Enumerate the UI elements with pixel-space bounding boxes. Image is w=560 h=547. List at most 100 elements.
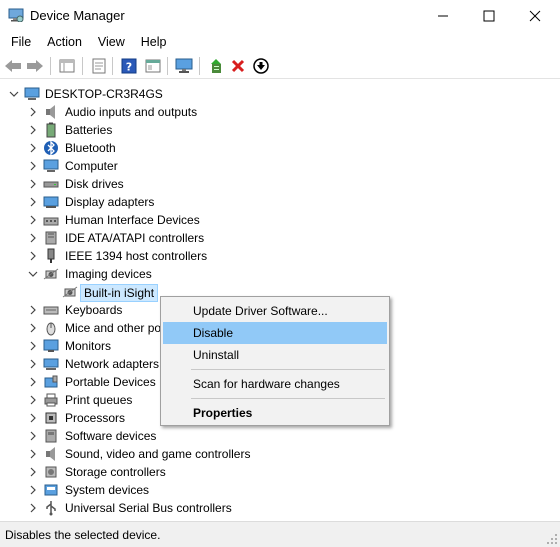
expander-right-icon[interactable] (28, 107, 38, 117)
tree-item-label: System devices (65, 483, 150, 497)
status-text: Disables the selected device. (5, 528, 161, 542)
svg-text:?: ? (126, 61, 132, 74)
tree-item[interactable]: Bluetooth (0, 139, 560, 157)
update-driver-button[interactable] (206, 56, 226, 76)
expander-right-icon[interactable] (28, 233, 38, 243)
tree-item-label: Sound, video and game controllers (65, 447, 251, 461)
tree-item[interactable]: Human Interface Devices (0, 211, 560, 229)
back-button[interactable] (3, 56, 23, 76)
tree-item[interactable]: Storage controllers (0, 463, 560, 481)
tree-item-label: Monitors (65, 339, 112, 353)
speaker-icon (43, 446, 59, 462)
device-manager-icon (8, 8, 24, 22)
expander-right-icon[interactable] (28, 503, 38, 513)
show-hide-button[interactable] (89, 56, 109, 76)
menu-file[interactable]: File (3, 31, 39, 53)
keyboard-icon (43, 302, 59, 318)
tree-item-label: Human Interface Devices (65, 213, 200, 227)
view-button[interactable] (143, 56, 163, 76)
tree-item-label: Computer (65, 159, 118, 173)
speaker-icon (43, 104, 59, 120)
tree-item[interactable]: IDE ATA/ATAPI controllers (0, 229, 560, 247)
expander-right-icon[interactable] (28, 323, 38, 333)
minimize-button[interactable] (420, 0, 466, 31)
properties-icon (59, 59, 75, 73)
tree-item[interactable]: System devices (0, 481, 560, 499)
forward-icon (27, 60, 43, 72)
expander-right-icon[interactable] (28, 359, 38, 369)
menu-uninstall[interactable]: Uninstall (163, 344, 387, 366)
disable-button[interactable] (251, 56, 271, 76)
uninstall-icon (231, 59, 245, 73)
help-icon: ? (121, 58, 137, 74)
tree-item[interactable]: Batteries (0, 121, 560, 139)
close-button[interactable] (512, 0, 558, 31)
expander-right-icon[interactable] (28, 197, 38, 207)
expander-right-icon[interactable] (28, 305, 38, 315)
disk-icon (43, 176, 59, 192)
menu-properties[interactable]: Properties (163, 402, 387, 424)
ide-icon (43, 230, 59, 246)
tree-item[interactable]: Sound, video and game controllers (0, 445, 560, 463)
expander-right-icon[interactable] (28, 431, 38, 441)
tree-item-label: Keyboards (65, 303, 123, 317)
tree-item[interactable]: Computer (0, 157, 560, 175)
tree-item-label: Print queues (65, 393, 133, 407)
scan-hardware-button[interactable] (174, 56, 194, 76)
menu-bar: File Action View Help (0, 31, 560, 53)
expander-right-icon[interactable] (28, 449, 38, 459)
expander-right-icon[interactable] (28, 413, 38, 423)
expander-right-icon[interactable] (28, 467, 38, 477)
uninstall-button[interactable] (228, 56, 248, 76)
tree-item[interactable]: Universal Serial Bus controllers (0, 499, 560, 517)
tree-item[interactable]: Disk drives (0, 175, 560, 193)
tree-item[interactable]: Audio inputs and outputs (0, 103, 560, 121)
ieee-icon (43, 248, 59, 264)
tree-item[interactable]: IEEE 1394 host controllers (0, 247, 560, 265)
expander-down-icon[interactable] (9, 89, 19, 99)
printer-icon (43, 392, 59, 408)
expander-right-icon[interactable] (28, 125, 38, 135)
tree-item[interactable]: Imaging devices (0, 265, 560, 283)
forward-button[interactable] (25, 56, 45, 76)
tree-item-label: Portable Devices (65, 375, 156, 389)
minimize-icon (438, 15, 448, 16)
tree-item-label: Audio inputs and outputs (65, 105, 198, 119)
monitor-icon (43, 338, 59, 354)
menu-view[interactable]: View (90, 31, 133, 53)
menu-help[interactable]: Help (133, 31, 175, 53)
maximize-button[interactable] (466, 0, 512, 31)
expander-down-icon[interactable] (28, 269, 38, 279)
storage-icon (43, 464, 59, 480)
back-icon (5, 60, 21, 72)
expander-right-icon[interactable] (28, 143, 38, 153)
help-button[interactable]: ? (119, 56, 139, 76)
properties-button[interactable] (57, 56, 77, 76)
disable-icon (253, 58, 269, 74)
menu-action[interactable]: Action (39, 31, 90, 53)
expander-right-icon[interactable] (28, 395, 38, 405)
tree-item-label: Processors (65, 411, 126, 425)
expander-right-icon[interactable] (28, 179, 38, 189)
expander-right-icon[interactable] (28, 377, 38, 387)
menu-update-driver-software[interactable]: Update Driver Software... (163, 300, 387, 322)
tree-item[interactable]: Software devices (0, 427, 560, 445)
expander-right-icon[interactable] (28, 251, 38, 261)
title-bar[interactable]: Device Manager (0, 0, 560, 31)
expander-right-icon[interactable] (28, 161, 38, 171)
resize-grip-icon[interactable] (546, 533, 558, 545)
expander-right-icon[interactable] (28, 215, 38, 225)
toolbar: ? (0, 53, 560, 79)
expander-right-icon[interactable] (28, 341, 38, 351)
tree-item-label: Network adapters (65, 357, 160, 371)
tree-item-label: Imaging devices (65, 267, 152, 281)
expander-right-icon[interactable] (28, 485, 38, 495)
selected-device-label: Built-in iSight (80, 284, 159, 302)
menu-scan-hardware[interactable]: Scan for hardware changes (163, 373, 387, 395)
tree-item-label: IEEE 1394 host controllers (65, 249, 208, 263)
menu-disable[interactable]: Disable (163, 322, 387, 344)
view-icon (145, 59, 161, 73)
tree-root[interactable]: DESKTOP-CR3R4GS (0, 85, 560, 103)
computer-icon (24, 86, 40, 102)
tree-item[interactable]: Display adapters (0, 193, 560, 211)
